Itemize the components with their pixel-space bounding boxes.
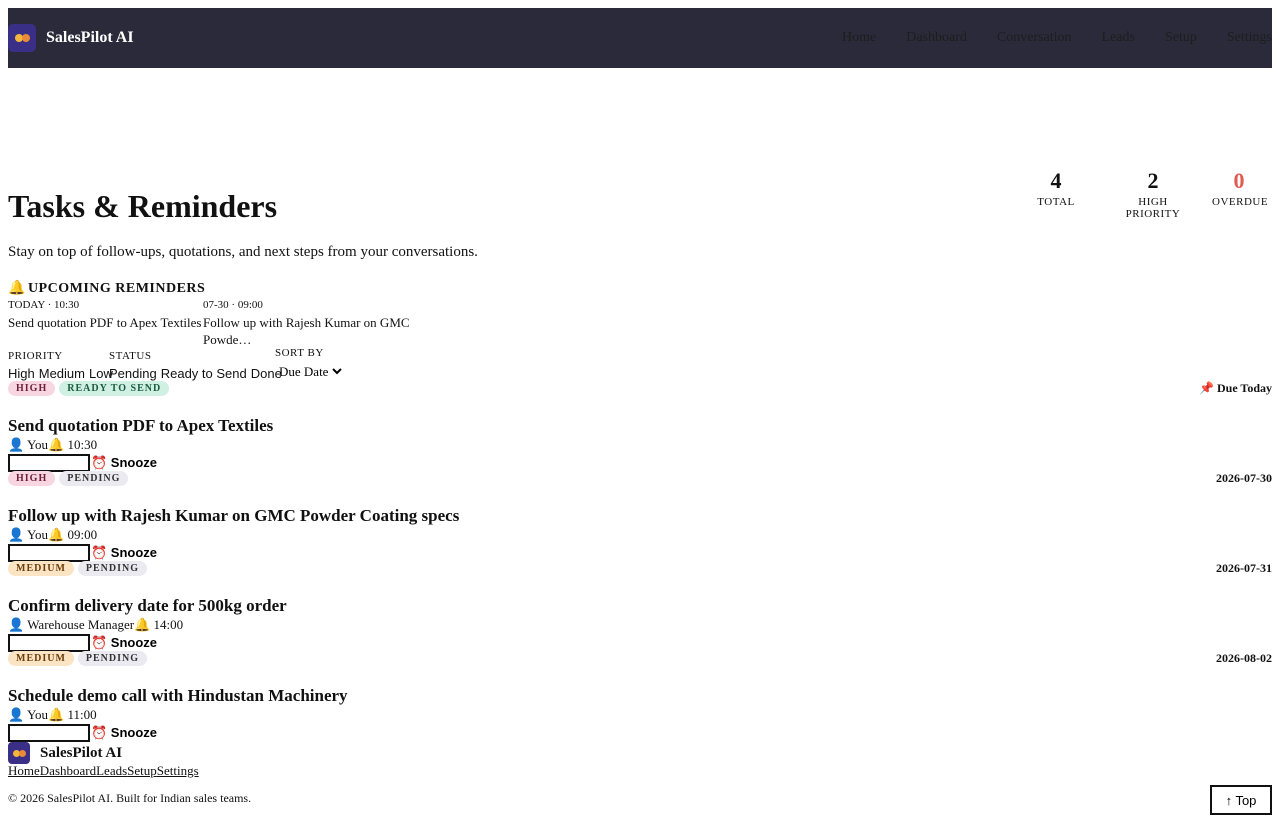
reminder-text: Send quotation PDF to Apex Textiles (8, 315, 202, 330)
footer-brand: SalesPilot AI (8, 742, 122, 764)
nav-setup[interactable]: Setup (1165, 30, 1197, 46)
status-option-ready[interactable]: Ready to Send (161, 366, 247, 381)
priority-filter: PRIORITY High Medium Low (8, 350, 113, 381)
footer-links: Home Dashboard Leads Setup Settings (8, 763, 199, 779)
snooze-button[interactable]: ⏰ Snooze (91, 455, 157, 471)
priority-option-medium[interactable]: Medium (39, 366, 85, 381)
task-title[interactable]: Follow up with Rajesh Kumar on GMC Powde… (8, 506, 1272, 526)
brand-logo-icon[interactable] (8, 24, 36, 52)
nav-home[interactable]: Home (842, 30, 876, 46)
sort-select[interactable]: Due Date (275, 363, 345, 380)
brand-name[interactable]: SalesPilot AI (46, 29, 134, 47)
reminder-when: TODAY · 10:30 (8, 299, 80, 311)
stat-overdue-label: OVERDUE (1212, 196, 1269, 208)
reminder-item[interactable]: TODAY · 10:30 Send quotation PDF to Apex… (8, 298, 203, 331)
main-nav: Home Dashboard Conversation Leads Setup … (842, 30, 1272, 46)
footer-link-setup[interactable]: Setup (127, 763, 157, 779)
status-badge: PENDING (77, 651, 148, 666)
due-label: 📌 Due Today (1199, 381, 1272, 395)
priority-badge: HIGH (8, 471, 56, 486)
priority-option-high[interactable]: High (8, 366, 35, 381)
stat-total-label: TOTAL (1037, 196, 1075, 208)
snooze-button[interactable]: ⏰ Snooze (91, 545, 157, 561)
due-date: 2026-08-02 (1216, 651, 1272, 665)
task-card[interactable]: HIGH READY TO SEND 📌 Due Today Send quot… (8, 381, 1272, 472)
stat-total: 4 TOTAL (1020, 168, 1092, 220)
status-badge: PENDING (59, 471, 129, 486)
back-to-top-button[interactable]: ↑ Top (1210, 785, 1272, 815)
task-assignee: 👤 You (8, 527, 49, 542)
status-badge: READY TO SEND (59, 381, 170, 396)
snooze-time-input[interactable] (8, 724, 90, 742)
task-card[interactable]: MEDIUM PENDING 2026-07-31 Confirm delive… (8, 561, 1272, 652)
snooze-button[interactable]: ⏰ Snooze (91, 635, 157, 651)
stat-high-priority: 2 HIGH PRIORITY (1104, 168, 1202, 220)
status-filter-label: STATUS (109, 350, 152, 362)
priority-options: High Medium Low (8, 366, 113, 381)
task-card[interactable]: MEDIUM PENDING 2026-08-02 Schedule demo … (8, 651, 1272, 742)
task-assignee: 👤 Warehouse Manager (8, 617, 135, 632)
nav-settings[interactable]: Settings (1227, 30, 1272, 46)
reminders-heading: 🔔 UPCOMING REMINDERS (8, 280, 205, 297)
sort-filter: SORT BY Due Date (275, 347, 345, 380)
status-option-pending[interactable]: Pending (109, 366, 157, 381)
task-reminder-time: 🔔 10:30 (48, 437, 98, 452)
stat-high-value: 2 (1147, 168, 1159, 193)
snooze-time-input[interactable] (8, 454, 90, 472)
stat-overdue-value: 0 (1233, 168, 1245, 193)
bell-icon: 🔔 (8, 281, 26, 296)
task-assignee: 👤 You (8, 707, 49, 722)
footer-logo-icon (8, 742, 30, 764)
priority-filter-label: PRIORITY (8, 350, 63, 362)
task-reminder-time: 🔔 11:00 (48, 707, 97, 722)
snooze-button[interactable]: ⏰ Snooze (91, 725, 157, 741)
reminder-text: Follow up with Rajesh Kumar on GMC Powde… (203, 315, 410, 347)
task-card[interactable]: HIGH PENDING 2026-07-30 Follow up with R… (8, 471, 1272, 562)
priority-badge: MEDIUM (8, 651, 74, 666)
footer-link-dashboard[interactable]: Dashboard (40, 763, 96, 779)
reminders-heading-label: UPCOMING REMINDERS (27, 280, 206, 296)
nav-leads[interactable]: Leads (1102, 30, 1135, 46)
task-reminder-time: 🔔 09:00 (48, 527, 98, 542)
stat-high-label: HIGH PRIORITY (1125, 196, 1181, 220)
due-date: 2026-07-30 (1216, 471, 1272, 485)
page-title: Tasks & Reminders (8, 188, 278, 224)
footer-brand-name: SalesPilot AI (40, 744, 123, 761)
task-title[interactable]: Schedule demo call with Hindustan Machin… (8, 686, 1272, 706)
nav-dashboard[interactable]: Dashboard (906, 30, 967, 46)
footer-link-home[interactable]: Home (8, 763, 40, 779)
nav-conversation[interactable]: Conversation (997, 30, 1072, 46)
priority-badge: HIGH (8, 381, 56, 396)
reminder-item[interactable]: 07-30 · 09:00 Follow up with Rajesh Kuma… (203, 298, 418, 348)
priority-badge: MEDIUM (8, 561, 74, 576)
reminder-when: 07-30 · 09:00 (203, 299, 263, 311)
stat-total-value: 4 (1050, 168, 1062, 193)
stat-overdue: 0 OVERDUE (1206, 168, 1272, 220)
copyright-text: © 2026 SalesPilot AI. Built for Indian s… (8, 791, 252, 805)
due-date: 2026-07-31 (1216, 561, 1272, 575)
status-options: Pending Ready to Send Done (109, 366, 282, 381)
task-stats: 4 TOTAL 2 HIGH PRIORITY 0 OVERDUE (1020, 168, 1272, 220)
snooze-time-input[interactable] (8, 634, 90, 652)
status-badge: PENDING (77, 561, 148, 576)
sort-label: SORT BY (275, 347, 324, 359)
top-navbar: SalesPilot AI Home Dashboard Conversatio… (8, 8, 1272, 68)
task-assignee: 👤 You (8, 437, 49, 452)
status-filter: STATUS Pending Ready to Send Done (109, 350, 282, 381)
footer-link-leads[interactable]: Leads (96, 763, 127, 779)
snooze-time-input[interactable] (8, 544, 90, 562)
task-reminder-time: 🔔 14:00 (134, 617, 184, 632)
footer-link-settings[interactable]: Settings (157, 763, 199, 779)
task-title[interactable]: Confirm delivery date for 500kg order (8, 596, 1272, 616)
task-title[interactable]: Send quotation PDF to Apex Textiles (8, 416, 1272, 436)
page-subtitle: Stay on top of follow-ups, quotations, a… (8, 244, 478, 260)
